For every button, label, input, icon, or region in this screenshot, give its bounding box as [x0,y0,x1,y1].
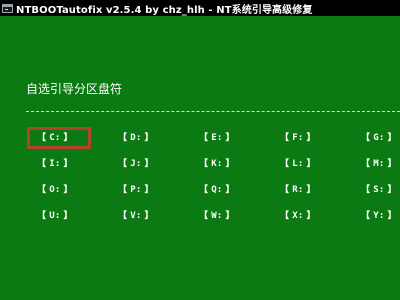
drive-letter: I: [49,159,61,169]
drive-option[interactable]: 【M:】 [361,158,397,170]
drive-option[interactable]: 【V:】 [118,210,154,222]
drive-option[interactable]: 【D:】 [118,132,154,144]
drive-letter: R: [292,185,304,195]
drive-option[interactable]: 【Y:】 [361,210,397,222]
drive-option[interactable]: 【U:】 [37,210,73,222]
drive-option[interactable]: 【I:】 [37,158,73,170]
console-window-icon[interactable] [2,3,13,13]
drive-letter: J: [130,159,142,169]
dashed-divider [26,111,400,112]
drive-option[interactable]: 【G:】 [361,132,397,144]
drive-option[interactable]: 【K:】 [199,158,235,170]
drive-option[interactable]: 【S:】 [361,184,397,196]
drive-letter: Y: [373,211,385,221]
window-title: NTBOOTautofix v2.5.4 by chz_hlh - NT系统引导… [16,4,313,16]
drive-option[interactable]: 【W:】 [199,210,235,222]
drive-option[interactable]: 【R:】 [280,184,316,196]
drive-option[interactable]: 【O:】 [37,184,73,196]
drive-option[interactable]: 【L:】 [280,158,316,170]
drive-letter: K: [211,159,223,169]
drive-letter: F: [292,133,304,143]
drive-letter: S: [373,185,385,195]
drive-letter: L: [292,159,304,169]
title-bar: NTBOOTautofix v2.5.4 by chz_hlh - NT系统引导… [0,0,400,16]
drive-option[interactable]: 【P:】 [118,184,154,196]
drive-selection-heading: 自选引导分区盘符 [26,82,123,96]
drive-letter: X: [292,211,304,221]
drive-option[interactable]: 【Q:】 [199,184,235,196]
drive-option[interactable]: 【F:】 [280,132,316,144]
drive-letter: D: [130,133,142,143]
drive-option[interactable]: 【J:】 [118,158,154,170]
drive-letter: G: [373,133,385,143]
drive-letter: E: [211,133,223,143]
drive-letter: V: [130,211,142,221]
drive-letter: M: [373,159,385,169]
drive-letter: W: [211,211,223,221]
drive-letter: O: [49,185,61,195]
drive-letter: U: [49,211,61,221]
console-area: 自选引导分区盘符 【C:】【D:】【E:】【F:】【G:】【I:】【J:】【K:… [0,16,400,300]
drive-option[interactable]: 【X:】 [280,210,316,222]
drive-letter: Q: [211,185,223,195]
selected-drive-highlight [27,127,91,149]
drive-letter: P: [130,185,142,195]
drive-option[interactable]: 【E:】 [199,132,235,144]
